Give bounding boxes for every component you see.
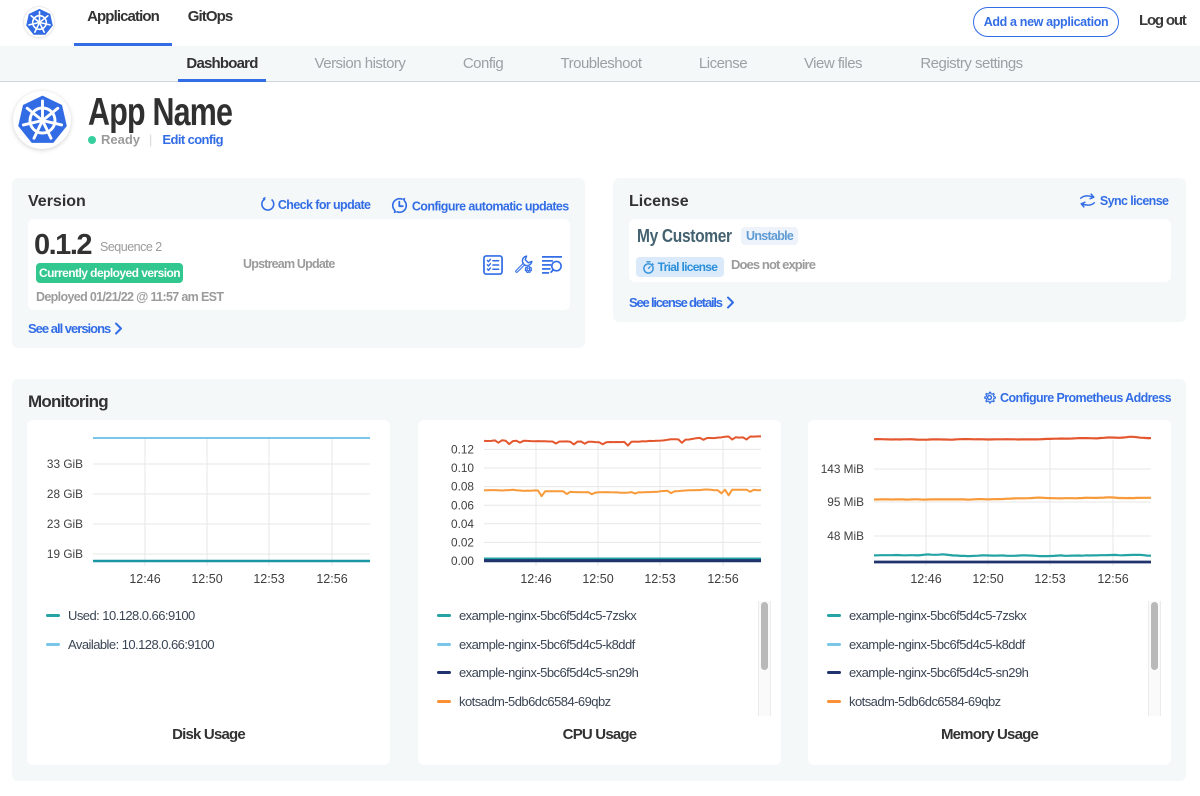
svg-text:28 GiB: 28 GiB (47, 487, 83, 501)
svg-text:19 GiB: 19 GiB (47, 547, 83, 561)
svg-text:12:56: 12:56 (1097, 572, 1128, 586)
svg-text:48 MiB: 48 MiB (827, 529, 864, 543)
svg-text:12:56: 12:56 (316, 572, 347, 586)
svg-text:12:53: 12:53 (1034, 572, 1065, 586)
svg-text:0.00: 0.00 (451, 554, 474, 568)
svg-text:143 MiB: 143 MiB (821, 462, 864, 476)
svg-text:0.12: 0.12 (451, 443, 474, 457)
svg-text:0.04: 0.04 (451, 517, 474, 531)
svg-text:12:56: 12:56 (707, 572, 738, 586)
svg-text:12:53: 12:53 (253, 572, 284, 586)
svg-text:12:50: 12:50 (191, 572, 222, 586)
svg-text:23 GiB: 23 GiB (47, 517, 83, 531)
svg-text:12:50: 12:50 (582, 572, 613, 586)
svg-text:12:46: 12:46 (910, 572, 941, 586)
svg-text:95 MiB: 95 MiB (827, 495, 864, 509)
svg-text:33 GiB: 33 GiB (47, 457, 83, 471)
svg-text:0.06: 0.06 (451, 498, 474, 512)
svg-text:12:50: 12:50 (972, 572, 1003, 586)
svg-text:12:53: 12:53 (644, 572, 675, 586)
svg-text:0.08: 0.08 (451, 480, 474, 494)
svg-text:0.10: 0.10 (451, 461, 474, 475)
svg-text:0.02: 0.02 (451, 536, 474, 550)
svg-text:12:46: 12:46 (520, 572, 551, 586)
svg-text:12:46: 12:46 (129, 572, 160, 586)
